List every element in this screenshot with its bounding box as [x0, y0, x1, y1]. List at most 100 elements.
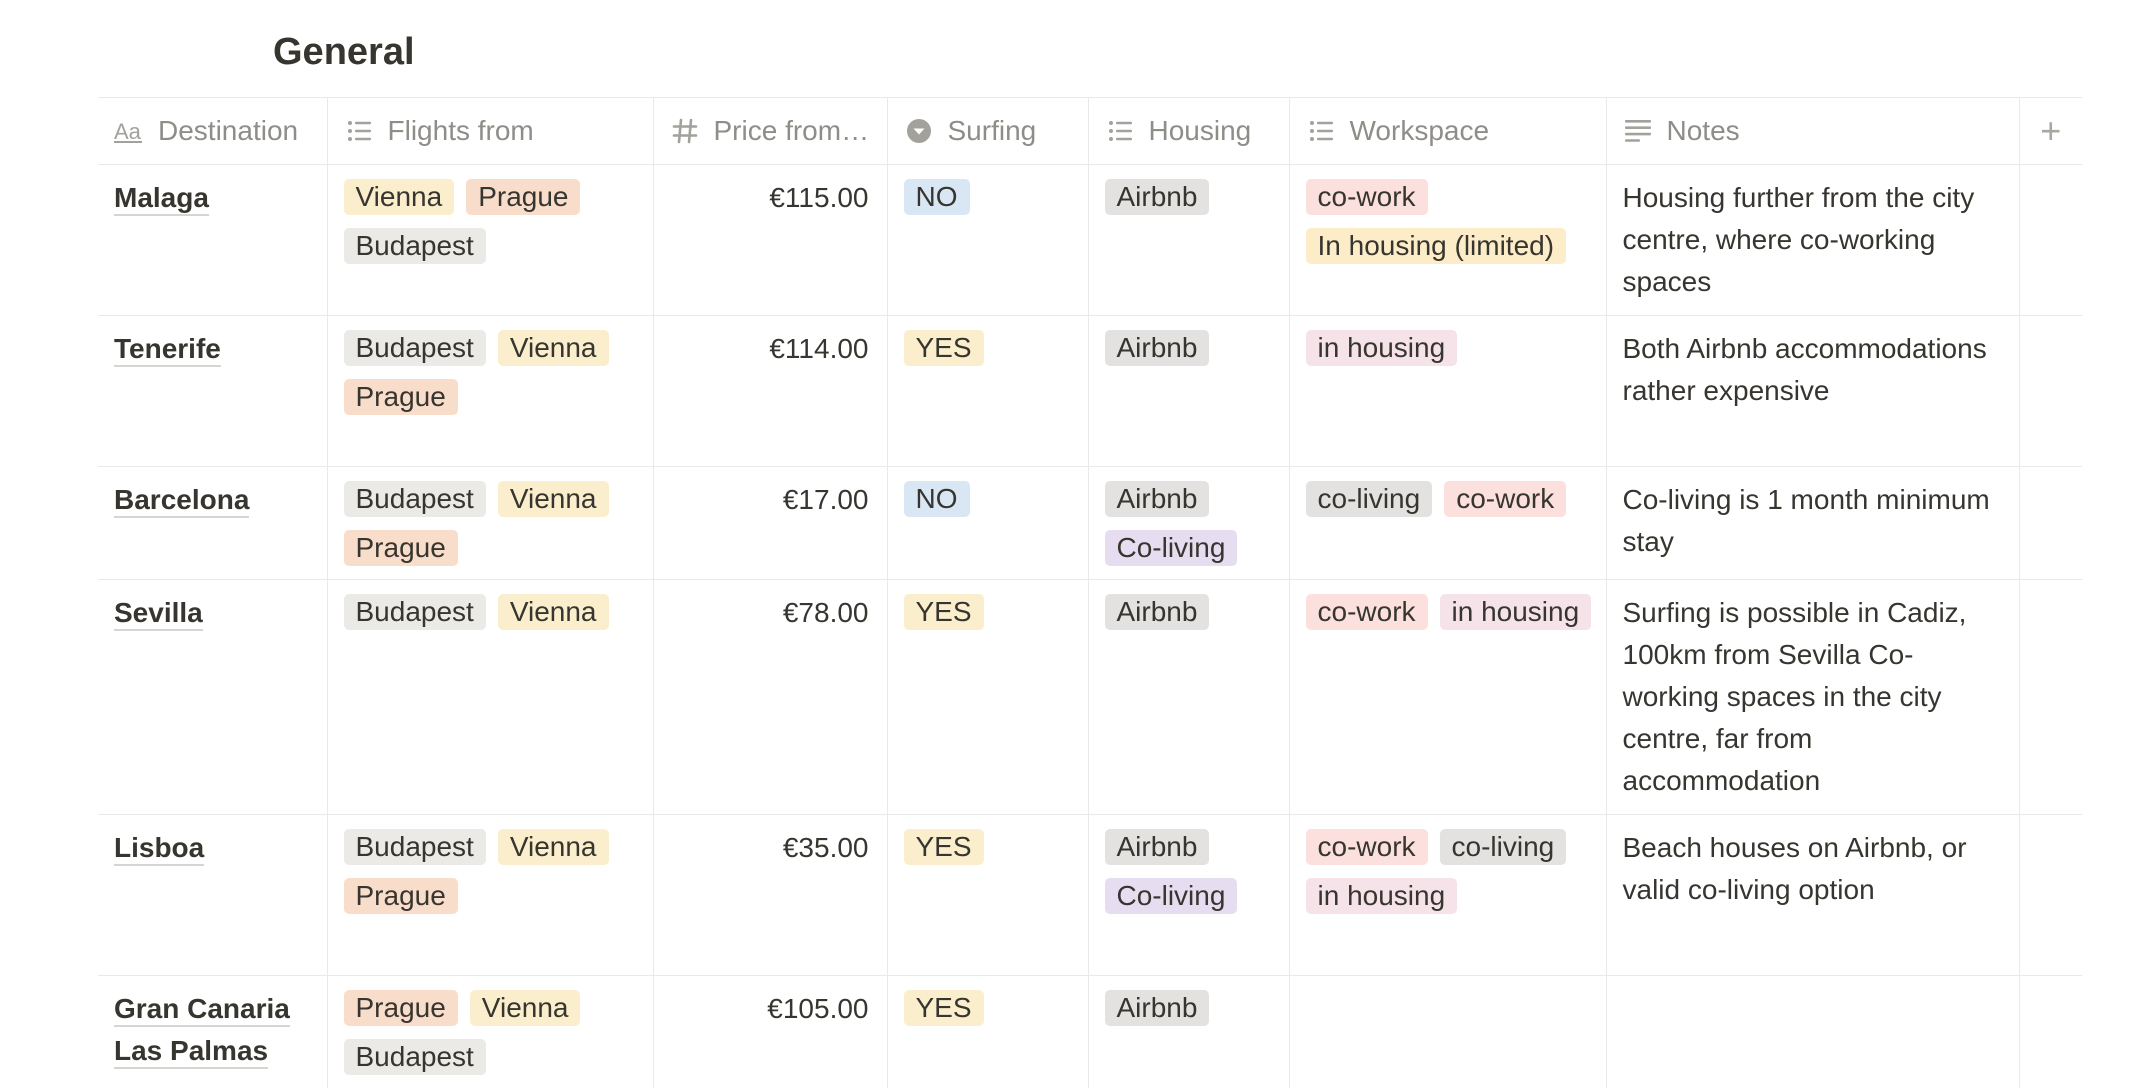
tag-yes: YES	[903, 594, 984, 630]
cell-flights[interactable]: Budapest Vienna Prague	[327, 315, 654, 467]
column-header-notes[interactable]: Notes	[1606, 97, 2020, 165]
cell-destination[interactable]: Lisboa	[98, 814, 328, 976]
tag-budapest: Budapest	[343, 330, 486, 366]
tag-airbnb: Airbnb	[1104, 179, 1210, 215]
table-row[interactable]: Barcelona Budapest Vienna Prague €17.00 …	[98, 466, 2082, 580]
cell-price[interactable]: €78.00	[653, 579, 888, 815]
cell-flights[interactable]: Budapest Vienna	[327, 579, 654, 815]
tag-budapest: Budapest	[343, 1039, 486, 1075]
cell-workspace[interactable]: co-work co-living in housing	[1289, 814, 1607, 976]
cell-housing[interactable]: Airbnb Co-living	[1088, 814, 1290, 976]
view-title: General	[273, 31, 415, 73]
database-table: Aa Destination Flights from Price from… …	[98, 97, 2082, 1088]
cell-workspace[interactable]: co-work In housing (limited)	[1289, 164, 1607, 316]
tag-co-living: Co-living	[1104, 878, 1238, 914]
cell-destination[interactable]: Tenerife	[98, 315, 328, 467]
cell-price[interactable]: €35.00	[653, 814, 888, 976]
cell-empty	[2019, 579, 2082, 815]
cell-surfing[interactable]: NO	[887, 164, 1089, 316]
text-lines-icon	[1623, 116, 1653, 146]
cell-surfing[interactable]: YES	[887, 579, 1089, 815]
cell-flights[interactable]: Budapest Vienna Prague	[327, 466, 654, 580]
column-label: Housing	[1148, 115, 1252, 146]
cell-notes[interactable]: Co-living is 1 month minimum stay	[1606, 466, 2020, 580]
cell-notes[interactable]: Housing further from the city centre, wh…	[1606, 164, 2020, 316]
cell-workspace[interactable]: in housing	[1289, 315, 1607, 467]
cell-workspace[interactable]	[1289, 975, 1607, 1088]
cell-surfing[interactable]: NO	[887, 466, 1089, 580]
cell-empty	[2019, 466, 2082, 580]
tag-in-housing: in housing	[1439, 594, 1592, 630]
cell-empty	[2019, 975, 2082, 1088]
table-row[interactable]: Gran Canaria Las Palmas Prague Vienna Bu…	[98, 975, 2082, 1088]
tag-yes: YES	[903, 990, 984, 1026]
destination-title[interactable]: Sevilla	[114, 597, 203, 631]
table-row[interactable]: Malaga Vienna Prague Budapest €115.00 NO…	[98, 164, 2082, 316]
column-header-flights[interactable]: Flights from	[327, 97, 654, 165]
column-header-price[interactable]: Price from…	[653, 97, 888, 165]
column-header-surfing[interactable]: Surfing	[887, 97, 1089, 165]
tag-co-living: co-living	[1439, 829, 1567, 865]
column-label: Price from…	[713, 115, 870, 146]
cell-workspace[interactable]: co-work in housing	[1289, 579, 1607, 815]
column-header-destination[interactable]: Aa Destination	[98, 97, 328, 165]
tag-prague: Prague	[343, 379, 458, 415]
tag-co-living: Co-living	[1104, 530, 1238, 566]
number-hash-icon	[670, 116, 700, 146]
cell-price[interactable]: €115.00	[653, 164, 888, 316]
cell-destination[interactable]: Barcelona	[98, 466, 328, 580]
tag-budapest: Budapest	[343, 829, 486, 865]
cell-destination[interactable]: Sevilla	[98, 579, 328, 815]
cell-housing[interactable]: Airbnb	[1088, 975, 1290, 1088]
tag-airbnb: Airbnb	[1104, 481, 1210, 517]
cell-flights[interactable]: Prague Vienna Budapest	[327, 975, 654, 1088]
tag-prague: Prague	[343, 530, 458, 566]
tag-budapest: Budapest	[343, 481, 486, 517]
table-row[interactable]: Sevilla Budapest Vienna €78.00 YES Airbn…	[98, 579, 2082, 815]
tag-co-work: co-work	[1305, 179, 1428, 215]
cell-notes[interactable]	[1606, 975, 2020, 1088]
tag-airbnb: Airbnb	[1104, 990, 1210, 1026]
cell-flights[interactable]: Vienna Prague Budapest	[327, 164, 654, 316]
cell-destination[interactable]: Gran Canaria Las Palmas	[98, 975, 328, 1088]
plus-icon: +	[2040, 110, 2062, 151]
add-column-button[interactable]: +	[2019, 97, 2082, 165]
table-row[interactable]: Lisboa Budapest Vienna Prague €35.00 YES…	[98, 814, 2082, 976]
database-page: General Aa Destination Flights from Pric…	[0, 0, 2156, 1088]
cell-surfing[interactable]: YES	[887, 975, 1089, 1088]
cell-notes[interactable]: Beach houses on Airbnb, or valid co-livi…	[1606, 814, 2020, 976]
multi-select-list-icon	[1306, 116, 1336, 146]
cell-notes[interactable]: Both Airbnb accommodations rather expens…	[1606, 315, 2020, 467]
tag-prague: Prague	[343, 878, 458, 914]
destination-title[interactable]: Malaga	[114, 182, 209, 216]
svg-text:Aa: Aa	[114, 119, 142, 143]
destination-title[interactable]: Lisboa	[114, 832, 205, 866]
destination-title[interactable]: Barcelona	[114, 484, 250, 518]
cell-workspace[interactable]: co-living co-work	[1289, 466, 1607, 580]
tag-airbnb: Airbnb	[1104, 330, 1210, 366]
column-header-workspace[interactable]: Workspace	[1289, 97, 1607, 165]
cell-surfing[interactable]: YES	[887, 315, 1089, 467]
table-row[interactable]: Tenerife Budapest Vienna Prague €114.00 …	[98, 315, 2082, 467]
destination-title[interactable]: Tenerife	[114, 333, 221, 367]
cell-price[interactable]: €105.00	[653, 975, 888, 1088]
cell-price[interactable]: €17.00	[653, 466, 888, 580]
cell-destination[interactable]: Malaga	[98, 164, 328, 316]
tag-co-living: co-living	[1305, 481, 1433, 517]
tag-budapest: Budapest	[343, 228, 486, 264]
cell-empty	[2019, 315, 2082, 467]
destination-title[interactable]: Gran Canaria Las Palmas	[114, 993, 290, 1069]
multi-select-list-icon	[344, 116, 374, 146]
cell-price[interactable]: €114.00	[653, 315, 888, 467]
cell-surfing[interactable]: YES	[887, 814, 1089, 976]
cell-housing[interactable]: Airbnb	[1088, 164, 1290, 316]
text-aa-icon: Aa	[114, 116, 144, 146]
column-label: Flights from	[387, 115, 534, 146]
column-header-housing[interactable]: Housing	[1088, 97, 1290, 165]
cell-housing[interactable]: Airbnb	[1088, 579, 1290, 815]
cell-flights[interactable]: Budapest Vienna Prague	[327, 814, 654, 976]
cell-notes[interactable]: Surfing is possible in Cadiz, 100km from…	[1606, 579, 2020, 815]
select-chevron-icon	[904, 116, 934, 146]
cell-housing[interactable]: Airbnb Co-living	[1088, 466, 1290, 580]
cell-housing[interactable]: Airbnb	[1088, 315, 1290, 467]
